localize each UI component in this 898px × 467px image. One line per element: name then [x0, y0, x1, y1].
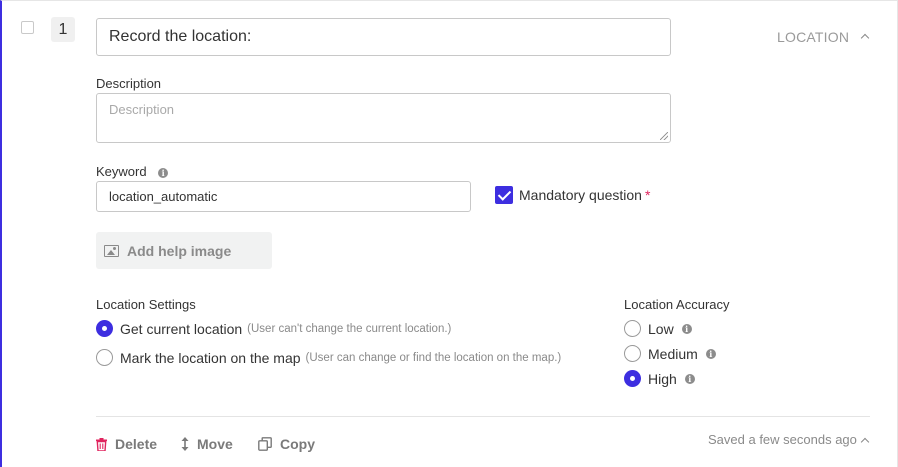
- keyword-label: Keyword: [96, 164, 147, 179]
- copy-label: Copy: [280, 436, 315, 452]
- keyword-input[interactable]: location_automatic: [96, 181, 471, 212]
- location-option-map[interactable]: Mark the location on the map (User can c…: [96, 349, 561, 366]
- accuracy-medium-info-icon[interactable]: i: [705, 348, 716, 359]
- keyword-info-icon[interactable]: i: [158, 168, 169, 178]
- location-map-radio[interactable]: [96, 349, 113, 366]
- mandatory-label: Mandatory question: [519, 187, 642, 203]
- footer-chevron-up-icon[interactable]: [860, 437, 870, 447]
- saved-status: Saved a few seconds ago: [708, 432, 857, 447]
- delete-button[interactable]: Delete: [96, 436, 157, 452]
- location-map-hint: (User can change or find the location on…: [305, 351, 562, 364]
- question-number: 1: [51, 17, 75, 42]
- add-help-image-button[interactable]: Add help image: [96, 232, 272, 269]
- copy-icon: [258, 437, 272, 451]
- copy-button[interactable]: Copy: [258, 436, 315, 452]
- delete-label: Delete: [115, 436, 158, 452]
- trash-icon: [96, 437, 107, 451]
- location-map-label: Mark the location on the map: [120, 349, 301, 366]
- description-placeholder: Description: [109, 102, 175, 117]
- description-textarea[interactable]: Description: [96, 93, 671, 143]
- footer-divider: [96, 416, 870, 417]
- question-title-input[interactable]: Record the location:: [96, 18, 671, 56]
- location-current-hint: (User can't change the current location.…: [247, 322, 452, 335]
- question-card: 1 Record the location: LOCATION Descript…: [0, 0, 898, 467]
- move-label: Move: [197, 436, 233, 452]
- accuracy-medium-radio[interactable]: [624, 345, 641, 362]
- accuracy-option-high[interactable]: High i: [624, 370, 695, 387]
- required-asterisk: *: [644, 187, 651, 203]
- mandatory-checkbox[interactable]: [495, 186, 513, 204]
- accuracy-medium-label: Medium: [648, 345, 698, 362]
- image-icon: [104, 244, 119, 257]
- add-help-image-label: Add help image: [127, 242, 232, 259]
- question-type-label[interactable]: LOCATION: [777, 29, 849, 45]
- accuracy-high-info-icon[interactable]: i: [684, 373, 695, 384]
- location-accuracy-label: Location Accuracy: [624, 297, 730, 312]
- mandatory-label-row: Mandatory question *: [519, 187, 650, 203]
- keyword-label-row: Keyword i: [96, 164, 169, 179]
- location-current-radio[interactable]: [96, 320, 113, 337]
- location-option-current[interactable]: Get current location (User can't change …: [96, 320, 451, 337]
- accuracy-low-label: Low: [648, 320, 674, 337]
- accuracy-option-medium[interactable]: Medium i: [624, 345, 716, 362]
- resize-handle-icon[interactable]: [660, 132, 668, 140]
- accuracy-option-low[interactable]: Low i: [624, 320, 692, 337]
- accuracy-low-radio[interactable]: [624, 320, 641, 337]
- description-label: Description: [96, 76, 162, 91]
- location-settings-label: Location Settings: [96, 297, 196, 312]
- location-current-label: Get current location: [120, 320, 243, 337]
- move-button[interactable]: Move: [181, 436, 233, 452]
- collapse-chevron-up-icon[interactable]: [860, 33, 870, 43]
- select-question-checkbox[interactable]: [21, 21, 34, 34]
- move-vertical-arrows-icon: [181, 437, 189, 451]
- accuracy-high-label: High: [648, 370, 677, 387]
- accuracy-high-radio[interactable]: [624, 370, 641, 387]
- accuracy-low-info-icon[interactable]: i: [681, 323, 692, 334]
